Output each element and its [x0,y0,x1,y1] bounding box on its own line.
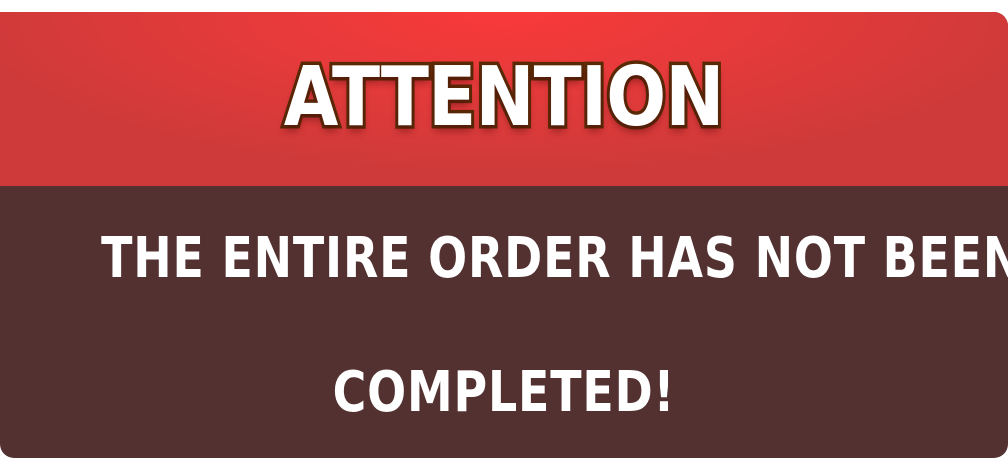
dialog-title: ATTENTION [281,46,728,148]
message-line-2: COMPLETED! [0,360,1008,425]
dialog-body: THE ENTIRE ORDER HAS NOT BEEN COMPLETED! [0,186,1008,458]
attention-dialog: ATTENTION THE ENTIRE ORDER HAS NOT BEEN … [0,12,1008,458]
dialog-header: ATTENTION [0,12,1008,186]
message-line-2-text: COMPLETED! [332,360,676,425]
message-line-1-text: THE ENTIRE ORDER HAS NOT BEEN [101,226,1008,291]
message-line-1: THE ENTIRE ORDER HAS NOT BEEN [0,226,1008,291]
